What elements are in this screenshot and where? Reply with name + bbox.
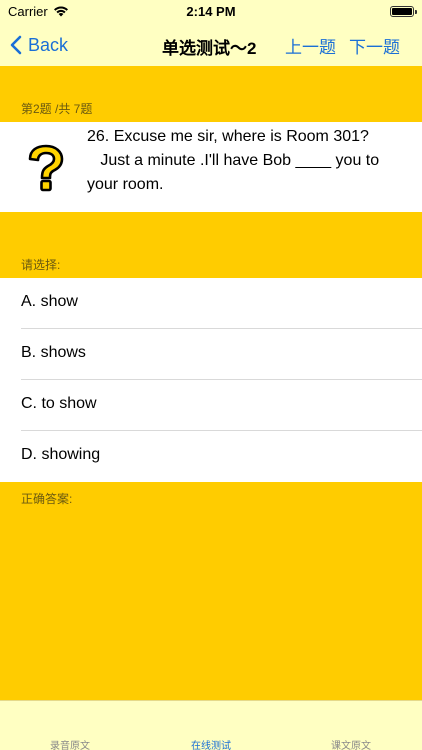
tab-lesson-text[interactable]: 课文原文: [311, 737, 391, 750]
option-d[interactable]: D. showing: [0, 431, 422, 482]
option-c[interactable]: C. to show: [0, 380, 422, 431]
option-a[interactable]: A. show: [0, 278, 422, 329]
option-b[interactable]: B. shows: [0, 329, 422, 380]
tab-recording-transcript[interactable]: 录音原文: [30, 737, 110, 750]
choose-label: 请选择:: [21, 258, 61, 272]
chevron-left-icon: [10, 35, 22, 55]
back-button-label: Back: [28, 34, 69, 55]
tab-online-test[interactable]: 在线测试: [171, 737, 251, 750]
tab-bar: 录音原文 在线测试 课文原文: [0, 700, 422, 750]
correct-answer-label: 正确答案:: [21, 492, 73, 506]
status-bar: Carrier 2:14 PM: [0, 0, 422, 24]
option-label: B. shows: [21, 344, 86, 361]
status-time: 2:14 PM: [186, 4, 236, 19]
question-mark-icon: [24, 144, 68, 197]
previous-question-button[interactable]: 上一题: [285, 33, 336, 58]
battery-icon: [390, 6, 417, 17]
question-text: 26. Excuse me sir, where is Room 301? Ju…: [87, 128, 380, 193]
question-card: 26. Excuse me sir, where is Room 301? Ju…: [0, 122, 422, 212]
question-progress: 第2题 /共 7题: [21, 102, 93, 116]
next-question-button[interactable]: 下一题: [349, 33, 400, 58]
back-button[interactable]: Back: [10, 33, 68, 57]
option-label: A. show: [21, 293, 78, 310]
navigation-bar: Back 单选测试～2 上一题 下一题: [0, 24, 422, 66]
page-title: 单选测试～2: [162, 39, 257, 58]
options-list: A. show B. shows C. to show D. showing: [0, 278, 422, 482]
option-label: C. to show: [21, 395, 97, 412]
option-label: D. showing: [21, 446, 101, 463]
